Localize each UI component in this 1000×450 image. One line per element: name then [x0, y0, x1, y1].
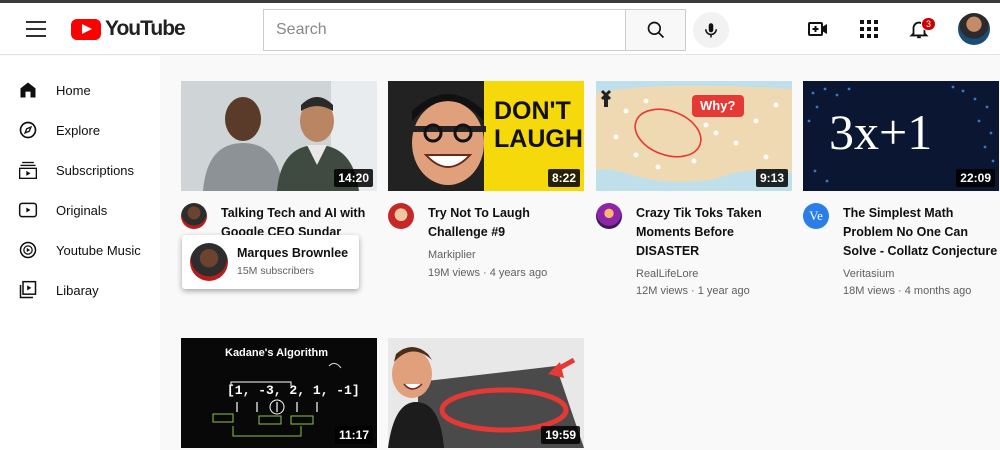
sidebar-item-label: Subscriptions	[56, 162, 135, 178]
channel-avatar-text: Ve	[809, 208, 823, 223]
voice-search-button[interactable]	[693, 12, 729, 48]
video-title[interactable]: Crazy Tik Toks Taken Moments Before DISA…	[636, 204, 796, 261]
video-duration: 19:59	[541, 426, 580, 444]
video-thumbnail[interactable]: 14:20	[181, 81, 377, 191]
sidebar-item-home[interactable]: Home	[0, 72, 160, 108]
apps-button[interactable]	[857, 17, 881, 41]
search-icon	[647, 21, 664, 39]
channel-avatar[interactable]	[181, 203, 207, 229]
thumbnail-text: LAUGH	[494, 125, 583, 153]
sidebar-item-library[interactable]: Libaray	[0, 272, 160, 308]
thumbnail-text: 3x+1	[829, 104, 933, 160]
sidebar-item-label: Originals	[56, 202, 108, 218]
originals-icon	[18, 200, 38, 220]
account-avatar[interactable]	[958, 13, 990, 45]
thumbnail-text: Why?	[700, 98, 736, 113]
video-duration: 11:17	[334, 426, 373, 444]
thumbnail-text: Kadane's Algorithm	[225, 347, 329, 359]
video-thumbnail[interactable]: Why? 9:13	[596, 81, 792, 191]
sidebar-item-label: Libaray	[56, 282, 99, 298]
video-title[interactable]: Try Not To Laugh Challenge #9	[428, 204, 588, 242]
create-video-button[interactable]	[806, 17, 830, 41]
channel-name[interactable]: RealLifeLore	[636, 268, 698, 280]
channel-name[interactable]: Veritasium	[843, 268, 894, 280]
music-icon	[18, 240, 38, 260]
video-thumbnail[interactable]: 3x+1 22:09	[803, 81, 999, 191]
search-bar	[263, 9, 686, 51]
channel-hover-card[interactable]: Marques Brownlee 15M subscribers	[182, 235, 359, 289]
sidebar-item-explore[interactable]: Explore	[0, 112, 160, 148]
apps-grid-icon	[860, 20, 878, 38]
video-card[interactable]: 3x+1 22:09 Ve The Simplest Math Problem …	[803, 81, 999, 297]
video-thumbnail[interactable]: DON'T LAUGH 8:22	[388, 81, 584, 191]
notification-badge: 3	[921, 17, 936, 31]
hover-card-channel-name[interactable]: Marques Brownlee	[237, 246, 348, 260]
channel-avatar[interactable]: Ve	[803, 203, 829, 229]
search-input[interactable]	[263, 9, 625, 51]
subscriptions-icon	[18, 160, 38, 180]
compass-icon	[18, 120, 38, 140]
video-card[interactable]: DON'T LAUGH 8:22 Try Not To Laugh Challe…	[388, 81, 584, 291]
home-icon	[18, 80, 38, 100]
sidebar-item-originals[interactable]: Originals	[0, 192, 160, 228]
microphone-icon	[705, 23, 717, 38]
sidebar-item-label: Youtube Music	[56, 242, 141, 258]
video-duration: 9:13	[755, 169, 788, 187]
sidebar-item-subscriptions[interactable]: Subscriptions	[0, 152, 160, 188]
video-duration: 14:20	[334, 169, 373, 187]
video-card[interactable]: Why? 9:13 Crazy Tik Toks Taken Moments B…	[596, 81, 792, 297]
menu-icon[interactable]	[24, 17, 48, 41]
video-stats: 19M views · 4 years ago	[428, 267, 548, 279]
create-video-icon	[808, 22, 827, 36]
youtube-logo[interactable]: YouTube	[71, 17, 186, 41]
video-thumbnail[interactable]: 19:59	[388, 338, 584, 448]
channel-avatar[interactable]	[388, 203, 414, 229]
channel-avatar[interactable]	[190, 243, 228, 281]
thumbnail-text: DON'T	[494, 97, 571, 125]
sidebar: Home Explore Subscriptions Originals You…	[0, 56, 160, 450]
masthead: YouTube 3	[0, 3, 1000, 55]
library-icon	[18, 280, 38, 300]
video-card[interactable]: 19:59	[388, 338, 584, 448]
video-stats: 18M views · 4 months ago	[843, 285, 972, 297]
video-stats: 12M views · 1 year ago	[636, 285, 750, 297]
channel-name[interactable]: Markiplier	[428, 249, 476, 261]
thumbnail-array-text: [1, -3, 2, 1, -1]	[227, 383, 360, 398]
sidebar-item-youtube-music[interactable]: Youtube Music	[0, 232, 160, 268]
sidebar-item-label: Home	[56, 82, 91, 98]
youtube-play-icon	[71, 18, 101, 40]
video-thumbnail[interactable]: Kadane's Algorithm [1, -3, 2, 1, -1] 11:…	[181, 338, 377, 448]
video-duration: 22:09	[956, 169, 995, 187]
sidebar-item-label: Explore	[56, 122, 101, 138]
video-title[interactable]: The Simplest Math Problem No One Can Sol…	[843, 204, 999, 261]
search-button[interactable]	[625, 9, 686, 51]
video-card[interactable]: Kadane's Algorithm [1, -3, 2, 1, -1] 11:…	[181, 338, 377, 448]
video-duration: 8:22	[547, 169, 580, 187]
hover-card-subscribers: 15M subscribers	[237, 265, 315, 277]
logo-text: YouTube	[105, 17, 186, 40]
channel-avatar[interactable]	[596, 203, 622, 229]
